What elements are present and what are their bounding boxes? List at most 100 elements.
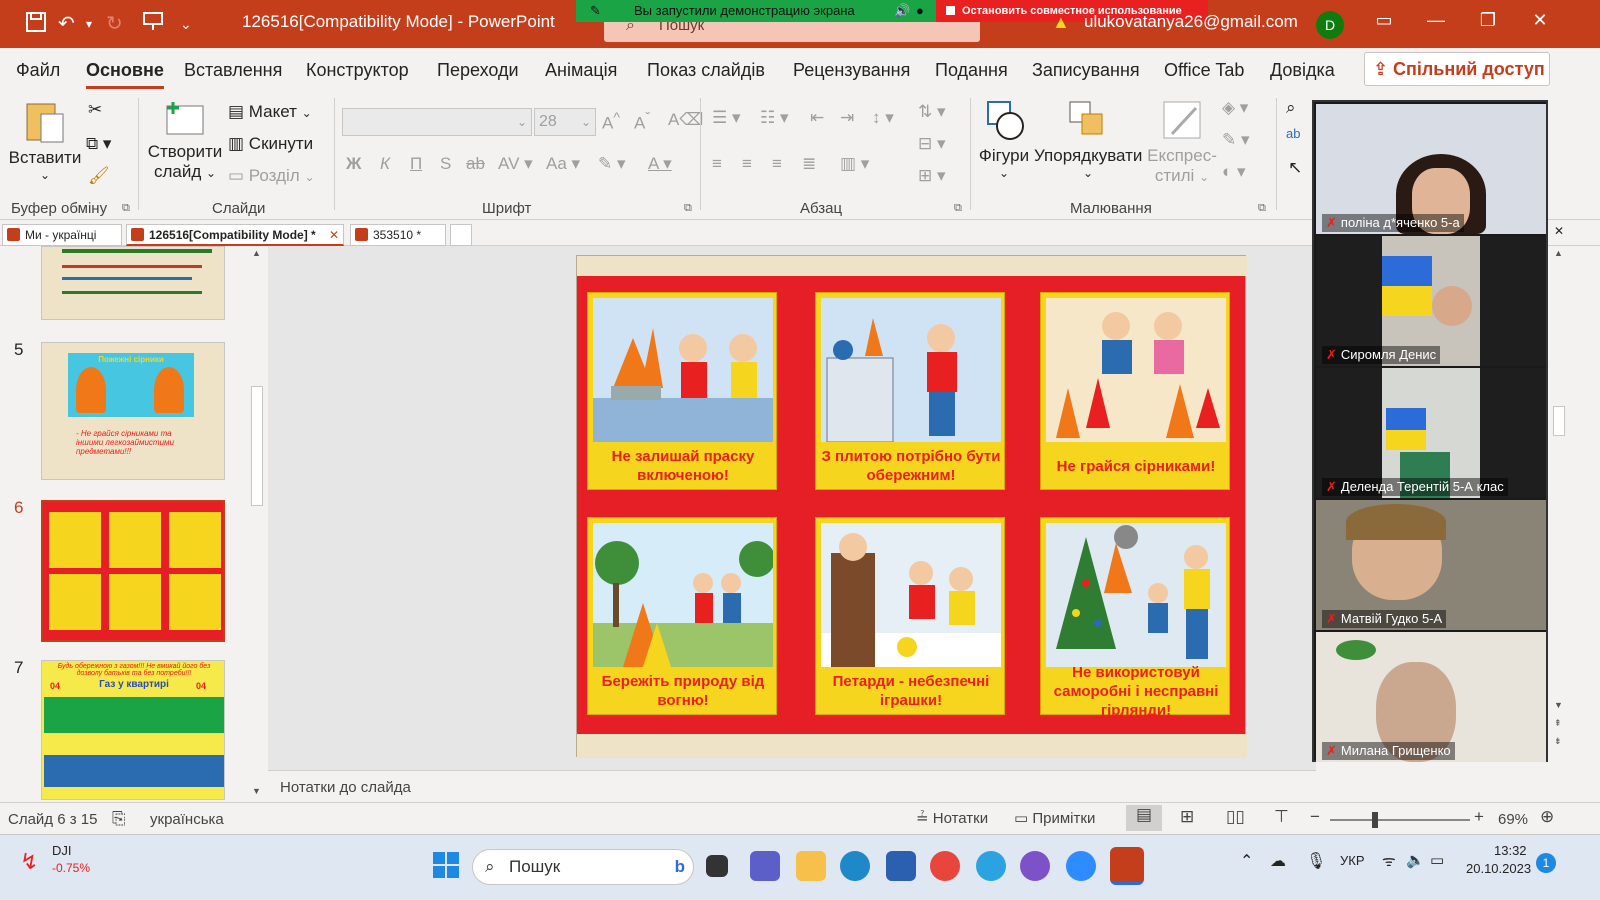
new-tab-button[interactable] (450, 224, 472, 246)
undo-icon[interactable]: ↶ (58, 10, 75, 38)
participant-tile[interactable]: ✗ Матвій Гудко 5-А (1316, 500, 1546, 630)
close-icon[interactable]: ✕ (1520, 10, 1560, 31)
scroll-up-icon[interactable]: ▲ (252, 248, 261, 258)
justify-icon[interactable]: ≣ (802, 154, 816, 174)
slide-card-matches[interactable]: Не грайся сірниками! (1040, 292, 1230, 490)
shapes-button[interactable]: Фігури ⌄ (974, 98, 1034, 180)
previous-slide-icon[interactable]: ⇞ (1554, 718, 1562, 729)
doc-tab[interactable]: Ми - українці (2, 224, 122, 246)
shadow-icon[interactable]: S (440, 154, 451, 174)
slide-thumbnail-6[interactable] (41, 500, 225, 642)
tab-home[interactable]: Основне (86, 60, 164, 81)
smartart-icon[interactable]: ⊞ ▾ (918, 166, 946, 186)
volume-icon[interactable]: 🔈 (1406, 851, 1425, 869)
doc-tab-active[interactable]: 126516[Compatibility Mode] * ✕ (126, 224, 344, 246)
present-icon[interactable] (142, 10, 164, 40)
tab-review[interactable]: Рецензування (793, 60, 910, 81)
slide-card-stove[interactable]: З плитою потрібно бути обережним! (815, 292, 1005, 490)
participant-tile[interactable]: ✗ поліна д*яченко 5-а (1316, 104, 1546, 234)
file-explorer-icon[interactable] (796, 851, 826, 881)
restore-icon[interactable]: ❐ (1468, 10, 1508, 31)
slide-card-firecrackers[interactable]: Петарди - небезпечні іграшки! (815, 517, 1005, 715)
strikethrough-icon[interactable]: ab (466, 154, 485, 174)
language-indicator[interactable]: українська (150, 811, 224, 828)
current-slide[interactable]: Не залишай праску включеною! З плитою по… (576, 255, 1247, 758)
change-case-icon[interactable]: Aa ▾ (546, 154, 580, 174)
shape-outline-icon[interactable]: ✎ ▾ (1222, 130, 1250, 150)
notification-badge[interactable]: 1 (1536, 853, 1556, 873)
tab-animations[interactable]: Анімація (545, 60, 617, 81)
tab-help[interactable]: Довідка (1270, 60, 1335, 81)
line-spacing-icon[interactable]: ↕ ▾ (872, 108, 894, 128)
clock-date[interactable]: 20.10.2023 (1466, 861, 1531, 876)
slide-thumbnail-4[interactable] (41, 246, 225, 320)
edge-icon[interactable] (840, 851, 870, 881)
zoom-slider[interactable] (1330, 819, 1470, 821)
replace-icon[interactable]: ab (1286, 126, 1300, 141)
scroll-thumb[interactable] (251, 386, 263, 506)
arrange-button[interactable]: Упорядкувати ⌄ (1034, 98, 1142, 180)
bold-icon[interactable]: Ж (346, 154, 361, 174)
save-icon[interactable] (24, 10, 48, 42)
slide-card-nature[interactable]: Бережіть природу від вогню! (587, 517, 777, 715)
align-right-icon[interactable]: ≡ (772, 154, 782, 174)
slide-sorter-icon[interactable]: ⊞ (1180, 807, 1194, 827)
undo-dropdown-icon[interactable]: ▾ (86, 10, 92, 38)
share-button[interactable]: ⇪ Спільний доступ (1364, 52, 1550, 86)
thumbnail-scrollbar[interactable]: ▲ ▼ (249, 246, 265, 802)
scroll-up-icon[interactable]: ▲ (1554, 248, 1563, 258)
notes-button[interactable]: ≟ Нотатки (916, 809, 988, 827)
powerpoint-icon[interactable] (1110, 847, 1144, 885)
normal-view-icon[interactable]: ▤ (1126, 805, 1162, 831)
numbering-icon[interactable]: ☷ ▾ (760, 108, 789, 128)
user-email[interactable]: ulukovatanya26@gmail.com (1084, 12, 1298, 32)
select-icon[interactable]: ↖ (1288, 158, 1302, 178)
text-direction-icon[interactable]: ⇅ ▾ (918, 102, 946, 122)
highlight-icon[interactable]: ✎ ▾ (598, 154, 626, 174)
slide-card-garlands[interactable]: Не використовуй саморобні і несправні гі… (1040, 517, 1230, 719)
quick-styles-button[interactable]: Експрес- стилі ⌄ (1144, 98, 1220, 186)
notes-input[interactable]: Нотатки до слайда (268, 770, 1316, 802)
font-size-combo[interactable]: 28 ⌄ (534, 108, 596, 136)
copy-icon[interactable]: ⧉ ▾ (86, 134, 111, 154)
tab-insert[interactable]: Вставлення (184, 60, 282, 81)
task-view-icon[interactable] (706, 855, 728, 877)
windows-start-icon[interactable] (432, 851, 460, 879)
store-icon[interactable] (886, 851, 916, 881)
align-text-icon[interactable]: ⊟ ▾ (918, 134, 946, 154)
increase-font-icon[interactable]: A^ (602, 110, 620, 134)
reset-button[interactable]: ▥ Скинути (228, 134, 313, 154)
section-button[interactable]: ▭ Розділ ⌄ (228, 166, 315, 186)
scroll-down-icon[interactable]: ▼ (252, 786, 261, 796)
tab-view[interactable]: Подання (935, 60, 1008, 81)
doc-tab[interactable]: 353510 * (350, 224, 446, 246)
slide-scrollbar[interactable]: ✕ ▲ ▼ ⇞ ⇟ (1550, 224, 1568, 802)
microphone-icon[interactable]: 🎙 (1306, 851, 1326, 871)
dialog-launcher-icon[interactable]: ⧉ (1258, 202, 1266, 215)
increase-indent-icon[interactable]: ⇥ (840, 108, 854, 128)
align-left-icon[interactable]: ≡ (712, 154, 722, 174)
dialog-launcher-icon[interactable]: ⧉ (954, 202, 962, 215)
participant-tile[interactable]: ✗ Деленда Терентій 5-А клас (1316, 368, 1546, 498)
layout-button[interactable]: ▤ Макет ⌄ (228, 102, 312, 122)
columns-icon[interactable]: ▥ ▾ (840, 154, 869, 174)
scroll-down-icon[interactable]: ▼ (1554, 700, 1563, 710)
slide-card-iron[interactable]: Не залишай праску включеною! (587, 292, 777, 490)
customize-toolbar-icon[interactable]: ⌄ (180, 10, 192, 38)
teams-icon[interactable] (750, 851, 780, 881)
chrome-icon[interactable] (930, 851, 960, 881)
zoom-level[interactable]: 69% (1498, 811, 1528, 828)
viber-icon[interactable] (1020, 851, 1050, 881)
zoom-slider-thumb[interactable] (1372, 812, 1378, 828)
next-slide-icon[interactable]: ⇟ (1554, 736, 1562, 747)
slideshow-view-icon[interactable]: ⊤ (1274, 807, 1289, 827)
bullets-icon[interactable]: ☰ ▾ (712, 108, 741, 128)
bing-icon[interactable]: b (675, 850, 685, 884)
font-color-icon[interactable]: A ▾ (648, 154, 672, 174)
tab-file[interactable]: Файл (16, 60, 60, 81)
chevron-up-icon[interactable]: ⌃ (1240, 851, 1253, 871)
slide-thumbnail-5[interactable]: Пожежні сірники - Не грайся сірниками та… (41, 342, 225, 480)
dialog-launcher-icon[interactable]: ⧉ (122, 202, 130, 215)
telegram-icon[interactable] (976, 851, 1006, 881)
ribbon-display-icon[interactable]: ▭ (1364, 10, 1404, 31)
